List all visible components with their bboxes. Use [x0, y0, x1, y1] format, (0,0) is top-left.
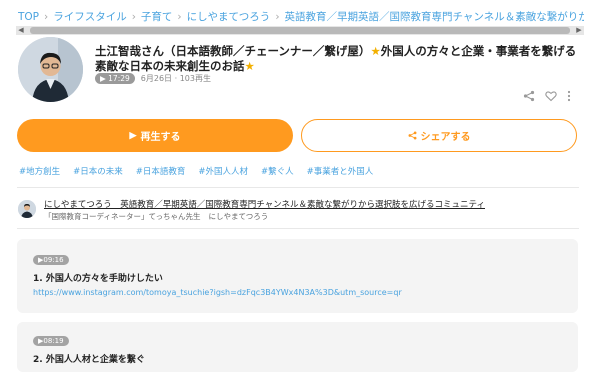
breadcrumb-top[interactable]: TOP	[18, 11, 39, 23]
tag[interactable]: #日本語教育	[136, 167, 186, 177]
divider	[17, 228, 579, 229]
more-icon[interactable]	[566, 90, 572, 102]
star-icon: ★	[244, 59, 255, 73]
scroll-left-arrow-icon[interactable]: ◀	[16, 26, 26, 35]
episode-title: 土江智哉さん（日本語教師／チェーンナー／繋げ屋）★外国人の方々と企業・事業者を繋…	[95, 44, 580, 74]
play-button[interactable]: ▶ 再生する	[17, 119, 293, 152]
play-button-label: 再生する	[140, 132, 181, 143]
share-button-label: シェアする	[420, 132, 471, 143]
chapter-time-badge: ▶09:16	[33, 255, 69, 265]
breadcrumb-separator: ›	[177, 11, 182, 23]
breadcrumb-creator[interactable]: にしやまてつろう	[187, 11, 271, 23]
chapter-time: 08:19	[43, 337, 64, 345]
scroll-right-arrow-icon[interactable]: ▶	[574, 26, 584, 35]
tag-list: #地方創生 #日本の未来 #日本語教育 #外国人人材 #繋ぐ人 #事業者と外国人	[19, 165, 386, 177]
tag[interactable]: #外国人人材	[198, 167, 248, 177]
channel-avatar[interactable]	[18, 200, 36, 218]
scrollbar-thumb[interactable]	[30, 27, 570, 34]
play-icon: ▶	[129, 130, 137, 140]
channel-owner: にしやまてつろう	[208, 212, 269, 221]
chapter-title: 2. 外国人人材と企業を繋ぐ	[33, 355, 145, 365]
chapter-time: 09:16	[43, 256, 64, 264]
breadcrumb: TOP › ライフスタイル › 子育て › にしやまてつろう › 英語教育／早期英語／国際教育専…	[18, 9, 584, 25]
horizontal-scrollbar[interactable]: ◀ ▶	[16, 26, 584, 35]
heart-icon[interactable]	[545, 90, 557, 102]
channel-name-link[interactable]: にしやまてつろう 英語教育／早期英語／国際教育専門チャンネル＆素敵な繋がりから選…	[44, 198, 579, 210]
share-icon[interactable]	[523, 90, 535, 102]
breadcrumb-separator: ›	[275, 11, 280, 23]
chapter-time-badge: ▶08:19	[33, 336, 69, 346]
duration-badge: ▶ 17:29	[95, 73, 135, 84]
tag[interactable]: #事業者と外国人	[307, 167, 374, 177]
chapter-item[interactable]: ▶08:19 2. 外国人人材と企業を繋ぐ	[17, 322, 578, 372]
duration-text: 17:29	[108, 74, 130, 83]
episode-plays: 103再生	[179, 74, 211, 83]
episode-title-part1: 土江智哉さん（日本語教師／チェーンナー／繋げ屋）	[95, 44, 371, 58]
divider	[17, 187, 579, 188]
episode-meta: ▶ 17:29 6月26日 · 103再生	[95, 73, 211, 84]
share-button[interactable]: シェアする	[301, 119, 577, 152]
tag[interactable]: #繋ぐ人	[261, 167, 294, 177]
chapter-link[interactable]: https://www.instagram.com/tomoya_tsuchie…	[33, 288, 402, 297]
episode-date: 6月26日	[140, 74, 173, 83]
chapter-title: 1. 外国人の方々を手助けしたい	[33, 274, 163, 284]
breadcrumb-channel[interactable]: 英語教育／早期英語／国際教育専門チャンネル＆素敵な繋がりから選択肢を	[285, 11, 584, 23]
breadcrumb-separator: ›	[44, 11, 49, 23]
tag[interactable]: #地方創生	[19, 167, 60, 177]
star-icon: ★	[370, 44, 381, 58]
channel-subtitle: 「国際教育コーディネーター」てっちゃん先生 にしやまてつろう	[44, 211, 268, 222]
channel-role: 「国際教育コーディネーター」てっちゃん先生	[44, 212, 201, 221]
breadcrumb-parenting[interactable]: 子育て	[141, 11, 173, 23]
tag[interactable]: #日本の未来	[73, 167, 123, 177]
share-icon	[408, 131, 416, 140]
avatar	[18, 37, 83, 102]
breadcrumb-separator: ›	[131, 11, 136, 23]
chapter-item[interactable]: ▶09:16 1. 外国人の方々を手助けしたい https://www.inst…	[17, 239, 578, 313]
breadcrumb-lifestyle[interactable]: ライフスタイル	[53, 11, 127, 23]
